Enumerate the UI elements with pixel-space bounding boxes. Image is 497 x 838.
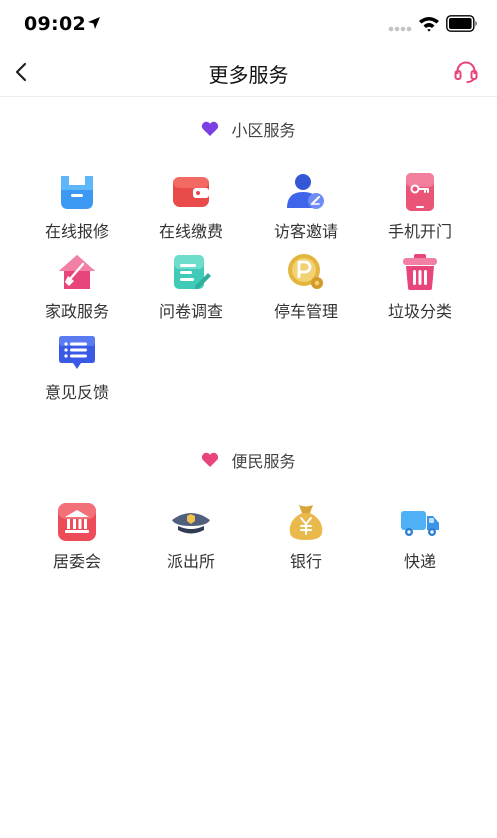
visitor-icon	[287, 174, 324, 209]
page-title: 更多服务	[208, 63, 289, 87]
status-time: 09:02	[24, 13, 86, 35]
service-police-station[interactable]: 派出所	[141, 502, 241, 580]
service-parking[interactable]: 停车管理	[256, 252, 356, 330]
bank-icon	[289, 505, 323, 540]
nav-bar: 更多服务	[0, 48, 497, 97]
service-label: 家政服务	[44, 302, 109, 321]
heart-icon	[202, 121, 219, 136]
survey-icon	[174, 255, 211, 289]
trash-icon	[403, 254, 437, 290]
service-feedback[interactable]: 意见反馈	[27, 333, 127, 411]
service-survey[interactable]: 问卷调查	[141, 252, 241, 330]
service-label: 在线缴费	[158, 222, 223, 241]
service-label: 问卷调查	[158, 302, 223, 321]
section-header-convenience: 便民服务	[0, 448, 497, 472]
service-payment[interactable]: 在线缴费	[141, 172, 241, 250]
parking-icon	[288, 254, 323, 289]
service-visitor[interactable]: 访客邀请	[256, 172, 356, 250]
customer-service-icon[interactable]	[453, 60, 479, 84]
housekeeping-icon	[59, 255, 95, 289]
wallet-icon	[173, 177, 209, 207]
service-committee[interactable]: 居委会	[27, 502, 127, 580]
service-label: 在线报修	[44, 222, 109, 241]
feedback-icon	[59, 336, 95, 369]
wifi-icon	[419, 17, 439, 32]
location-arrow-icon	[88, 17, 100, 29]
police-icon	[172, 513, 210, 534]
service-label: 停车管理	[273, 302, 338, 321]
service-label: 手机开门	[387, 222, 452, 241]
service-repair[interactable]: 在线报修	[27, 172, 127, 250]
service-trash-sorting[interactable]: 垃圾分类	[370, 252, 470, 330]
service-bank[interactable]: 银行	[256, 502, 356, 580]
service-delivery[interactable]: 快递	[370, 502, 470, 580]
service-label: 银行	[289, 552, 322, 571]
repair-icon	[61, 176, 93, 209]
section-header-community: 小区服务	[0, 117, 497, 141]
phone-key-icon	[406, 173, 434, 211]
heart-icon	[202, 452, 219, 467]
committee-icon	[58, 503, 96, 541]
service-label: 快递	[403, 552, 436, 571]
service-label: 派出所	[166, 552, 215, 571]
service-label: 访客邀请	[273, 222, 338, 241]
service-label: 居委会	[52, 552, 101, 571]
status-bar: 09:02	[0, 0, 497, 48]
service-phone-unlock[interactable]: 手机开门	[370, 172, 470, 250]
service-label: 垃圾分类	[387, 302, 452, 321]
section-title: 便民服务	[231, 452, 296, 471]
section-title: 小区服务	[231, 121, 296, 140]
service-housekeeping[interactable]: 家政服务	[27, 252, 127, 330]
service-label: 意见反馈	[44, 383, 109, 402]
delivery-icon	[401, 511, 439, 536]
battery-icon	[446, 15, 477, 32]
signal-icon	[388, 26, 412, 32]
